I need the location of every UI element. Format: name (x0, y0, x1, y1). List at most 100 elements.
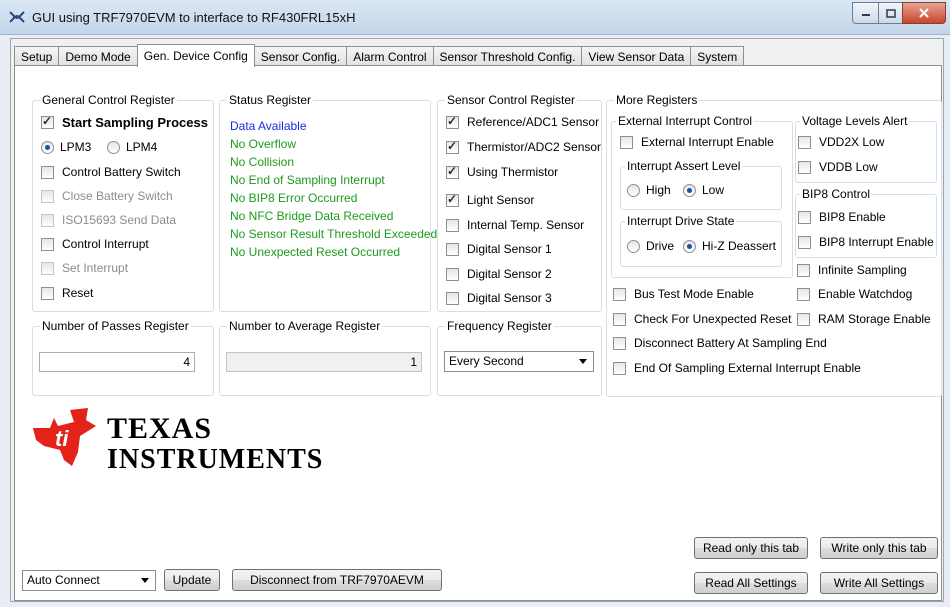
maximize-button[interactable] (878, 2, 904, 24)
radio-dot (107, 140, 120, 154)
digital-sensor-3-checkbox[interactable]: Digital Sensor 3 (446, 291, 552, 305)
end-of-sampling-ext-int-label: End Of Sampling External Interrupt Enabl… (634, 361, 861, 375)
lpm3-radio[interactable]: LPM3 (41, 140, 91, 154)
digital-sensor-2-checkbox[interactable]: Digital Sensor 2 (446, 267, 552, 281)
checkbox-box (798, 160, 811, 174)
reset-checkbox[interactable]: Reset (41, 286, 93, 300)
lpm4-radio[interactable]: LPM4 (107, 140, 157, 154)
light-sensor-checkbox[interactable]: Light Sensor (446, 192, 534, 207)
frequency-select[interactable]: Every Second (444, 351, 594, 372)
title-bar: GUI using TRF7970EVM to interface to RF4… (0, 0, 950, 35)
svg-text:ti: ti (55, 426, 69, 451)
drive-state-title: Interrupt Drive State (625, 214, 737, 228)
checkbox-box (613, 336, 626, 350)
sensor-control-title: Sensor Control Register (445, 93, 578, 107)
checkbox-box (41, 286, 54, 300)
using-thermistor-checkbox[interactable]: Using Thermistor (446, 164, 558, 179)
status-threshold-exceeded: No Sensor Result Threshold Exceeded (230, 227, 438, 241)
radio-dot (627, 183, 640, 197)
sensor-control-group: Sensor Control Register Reference/ADC1 S… (437, 93, 602, 312)
assert-low-radio[interactable]: Low (683, 183, 724, 197)
bip8-enable-checkbox[interactable]: BIP8 Enable (798, 210, 886, 224)
more-registers-title: More Registers (614, 93, 700, 107)
ext-interrupt-control-title: External Interrupt Control (616, 114, 755, 128)
digital-sensor-1-label: Digital Sensor 1 (467, 242, 552, 256)
assert-high-radio[interactable]: High (627, 183, 671, 197)
status-overflow: No Overflow (230, 137, 297, 151)
infinite-sampling-checkbox[interactable]: Infinite Sampling (797, 263, 907, 277)
drive-radio[interactable]: Drive (627, 239, 674, 253)
end-of-sampling-ext-int-checkbox[interactable]: End Of Sampling External Interrupt Enabl… (613, 361, 861, 375)
app-icon (9, 11, 25, 23)
bus-test-mode-checkbox[interactable]: Bus Test Mode Enable (613, 287, 754, 301)
reference-adc1-label: Reference/ADC1 Sensor (467, 115, 600, 129)
status-register-title: Status Register (227, 93, 314, 107)
set-interrupt-checkbox[interactable]: Set Interrupt (41, 261, 128, 275)
radio-dot (683, 239, 696, 253)
checkbox-box (797, 287, 810, 301)
status-data-available: Data Available (230, 119, 307, 133)
control-interrupt-checkbox[interactable]: Control Interrupt (41, 237, 149, 251)
ti-logo-icon: ti (33, 408, 96, 466)
assert-level-group: Interrupt Assert Level High Low (620, 159, 782, 210)
check-unexpected-reset-checkbox[interactable]: Check For Unexpected Reset (613, 312, 791, 326)
thermistor-adc2-label: Thermistor/ADC2 Sensor (467, 140, 602, 154)
checkbox-box (797, 263, 810, 277)
checkbox-box (613, 287, 626, 301)
bus-test-mode-label: Bus Test Mode Enable (634, 287, 754, 301)
status-nfc-bridge: No NFC Bridge Data Received (230, 209, 394, 223)
reset-label: Reset (62, 286, 94, 300)
minimize-button[interactable] (852, 2, 880, 24)
iso15693-send-data-checkbox[interactable]: ISO15693 Send Data (41, 213, 176, 227)
close-battery-switch-checkbox[interactable]: Close Battery Switch (41, 189, 173, 203)
tab-sensor-config[interactable]: Sensor Config. (253, 46, 348, 66)
vdd2x-low-checkbox[interactable]: VDD2X Low (798, 135, 884, 149)
disconnect-button[interactable]: Disconnect from TRF7970AEVM (232, 569, 442, 591)
checkbox-box (446, 139, 459, 154)
checkbox-box (620, 135, 633, 149)
thermistor-adc2-checkbox[interactable]: Thermistor/ADC2 Sensor (446, 139, 602, 154)
internal-temp-label: Internal Temp. Sensor (467, 218, 585, 232)
control-battery-switch-checkbox[interactable]: Control Battery Switch (41, 165, 181, 179)
close-button[interactable] (902, 2, 946, 24)
checkbox-box (798, 235, 811, 249)
tab-gen-device-config[interactable]: Gen. Device Config (136, 44, 255, 67)
average-register-group: Number to Average Register 1 (219, 319, 431, 396)
connect-mode-value: Auto Connect (27, 573, 100, 587)
tab-alarm-control[interactable]: Alarm Control (346, 46, 434, 66)
checkbox-box (798, 210, 811, 224)
internal-temp-checkbox[interactable]: Internal Temp. Sensor (446, 218, 584, 232)
close-icon (919, 8, 929, 18)
reference-adc1-checkbox[interactable]: Reference/ADC1 Sensor (446, 114, 600, 129)
average-input[interactable]: 1 (226, 352, 422, 372)
frequency-select-value: Every Second (449, 354, 524, 368)
write-only-this-tab-button[interactable]: Write only this tab (820, 537, 938, 559)
start-sampling-label: Start Sampling Process (62, 115, 208, 130)
ext-interrupt-enable-checkbox[interactable]: External Interrupt Enable (620, 135, 774, 149)
enable-watchdog-checkbox[interactable]: Enable Watchdog (797, 287, 912, 301)
checkbox-box (798, 135, 811, 149)
passes-input[interactable]: 4 (39, 352, 195, 372)
digital-sensor-1-checkbox[interactable]: Digital Sensor 1 (446, 242, 552, 256)
lpm4-label: LPM4 (126, 140, 158, 154)
update-button[interactable]: Update (164, 569, 220, 591)
connect-mode-select[interactable]: Auto Connect (22, 570, 156, 591)
checkbox-box (41, 237, 54, 251)
tab-sensor-threshold-config[interactable]: Sensor Threshold Config. (432, 46, 583, 66)
bip8-interrupt-enable-checkbox[interactable]: BIP8 Interrupt Enable (798, 235, 934, 249)
checkbox-box (446, 242, 459, 256)
read-all-settings-button[interactable]: Read All Settings (694, 572, 808, 594)
tab-setup[interactable]: Setup (14, 46, 60, 66)
vddb-low-checkbox[interactable]: VDDB Low (798, 160, 878, 174)
write-all-settings-button[interactable]: Write All Settings (820, 572, 938, 594)
disconnect-battery-label: Disconnect Battery At Sampling End (634, 336, 827, 350)
hiz-deassert-radio[interactable]: Hi-Z Deassert (683, 239, 776, 253)
start-sampling-checkbox[interactable]: Start Sampling Process (41, 114, 208, 130)
tab-strip: Setup Demo Mode Gen. Device Config Senso… (14, 44, 745, 67)
tab-demo-mode[interactable]: Demo Mode (58, 46, 138, 66)
read-only-this-tab-button[interactable]: Read only this tab (694, 537, 808, 559)
tab-view-sensor-data[interactable]: View Sensor Data (581, 46, 692, 66)
ram-storage-enable-checkbox[interactable]: RAM Storage Enable (797, 312, 931, 326)
disconnect-battery-checkbox[interactable]: Disconnect Battery At Sampling End (613, 336, 827, 350)
tab-system[interactable]: System (690, 46, 745, 66)
